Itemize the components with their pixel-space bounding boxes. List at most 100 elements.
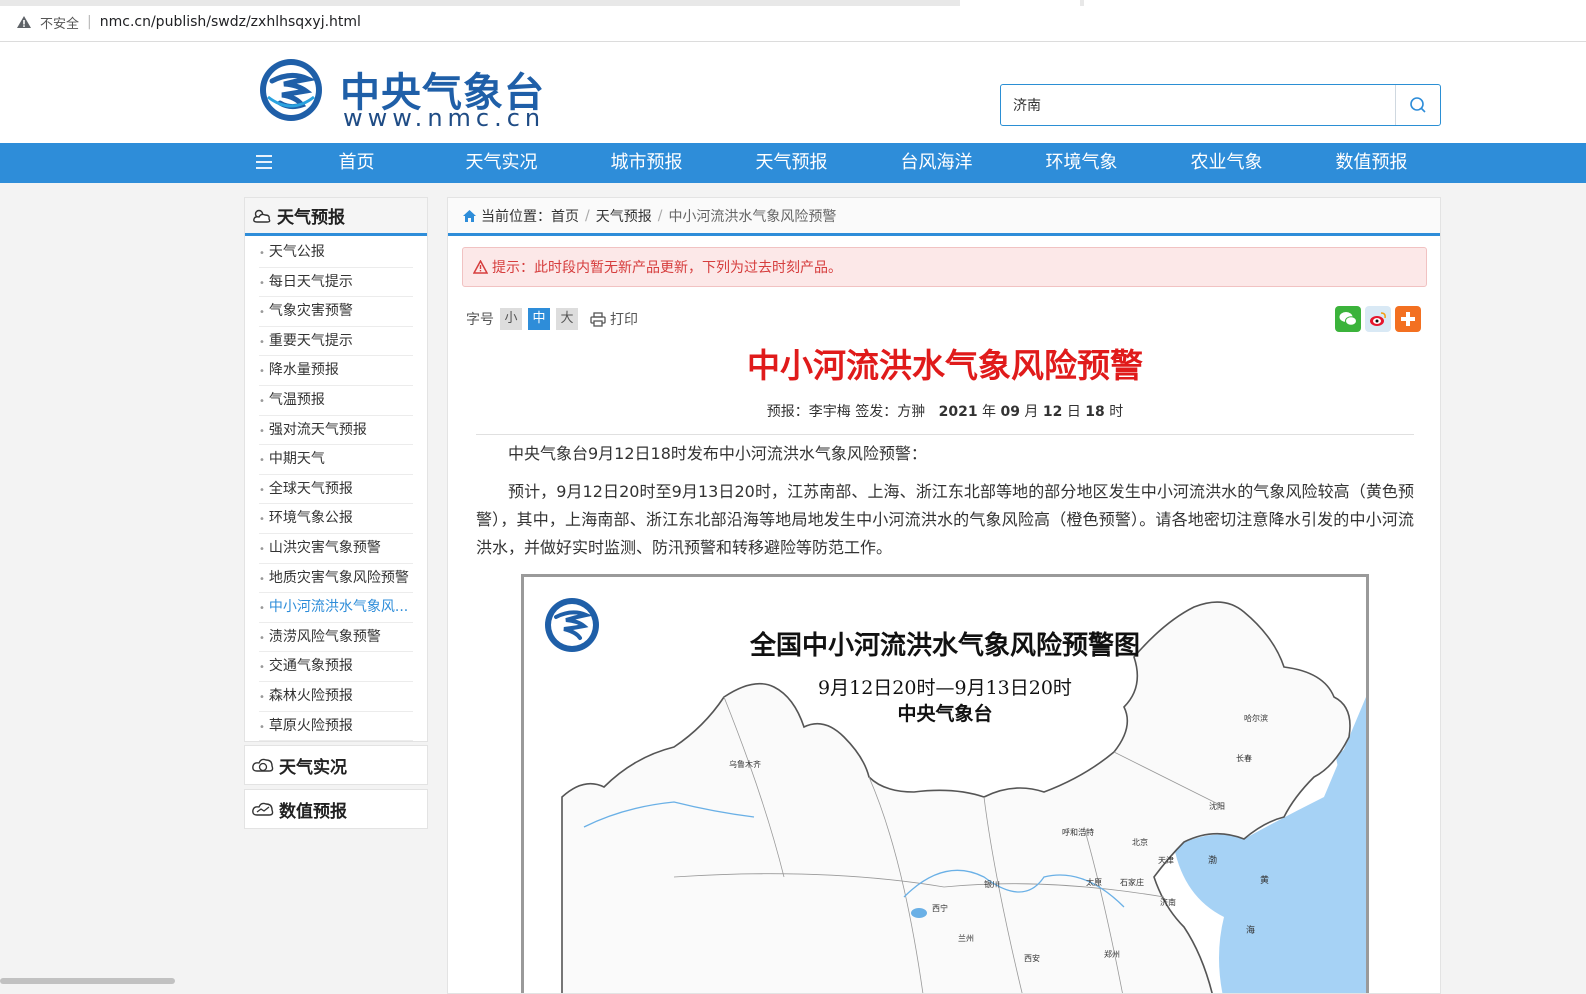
cloud-refresh-icon (252, 758, 274, 772)
add-share-icon[interactable] (1395, 306, 1421, 332)
search-box (1000, 84, 1441, 126)
article-paragraph-2: 预计，9月12日20时至9月13日20时，江苏南部、上海、浙江东北部等地的部分地… (476, 482, 1414, 557)
search-input[interactable] (1001, 85, 1395, 125)
article-meta: 预报：李宇梅 签发：方翀 2021 年 09 月 12 日 18 时 (448, 401, 1440, 421)
sidebar-item[interactable]: • 地质灾害气象风险预警 (259, 564, 413, 594)
warning-map-image[interactable]: 全国中小河流洪水气象风险预警图 9月12日20时—9月13日20时 中央气象台 … (521, 574, 1369, 993)
nav-item-home[interactable]: 首页 (284, 143, 429, 183)
nmc-logo-icon[interactable] (258, 57, 324, 123)
nav-item-weather-forecast[interactable]: 天气预报 (719, 143, 864, 183)
sidebar-item-label: 中期天气 (268, 451, 325, 468)
map-sea-label: 海 (1246, 926, 1256, 936)
map-subtitle: 9月12日20时—9月13日20时 (818, 677, 1072, 699)
sidebar-item[interactable]: • 强对流天气预报 (259, 416, 413, 446)
alert-text: 提示：此时段内暂无新产品更新，下列为过去时刻产品。 (492, 260, 842, 276)
sidebar-item[interactable]: • 每日天气提示 (259, 268, 413, 298)
sidebar-item[interactable]: • 山洪灾害气象预警 (259, 534, 413, 564)
breadcrumb-forecast[interactable]: 天气预报 (596, 206, 652, 226)
bullet-icon: • (259, 662, 265, 674)
bullet-icon: • (259, 603, 265, 615)
sidebar-observation[interactable]: 天气实况 (244, 745, 428, 785)
sidebar-item-label: 强对流天气预报 (268, 421, 367, 438)
tab-strip (0, 0, 1586, 6)
map-city-label: 兰州 (958, 934, 974, 943)
sidebar-item[interactable]: • 渍涝风险气象预警 (259, 623, 413, 653)
map-city-label: 郑州 (1104, 950, 1120, 959)
map-city-label: 乌鲁木齐 (729, 760, 761, 769)
main-content: 当前位置： 首页 / 天气预报 / 中小河流洪水气象风险预警 提示：此时段内暂无… (447, 197, 1441, 994)
sidebar-item-label: 气温预报 (268, 391, 325, 408)
map-city-label: 北京 (1132, 838, 1148, 847)
sidebar-item[interactable]: • 气象灾害预警 (259, 297, 413, 327)
font-size-medium-button[interactable]: 中 (528, 308, 550, 330)
breadcrumb-current: 中小河流洪水气象风险预警 (668, 208, 837, 225)
map-title: 全国中小河流洪水气象风险预警图 (749, 631, 1140, 661)
bullet-icon: • (259, 691, 265, 703)
hamburger-menu-icon[interactable] (256, 155, 272, 171)
nav-item-city-forecast[interactable]: 城市预报 (574, 143, 719, 183)
breadcrumb-prefix: 当前位置： (481, 208, 551, 225)
sidebar-item[interactable]: • 降水量预报 (259, 356, 413, 386)
warning-triangle-icon[interactable] (16, 14, 32, 30)
wechat-share-icon[interactable] (1335, 306, 1361, 332)
bullet-icon: • (259, 277, 265, 289)
breadcrumb-home[interactable]: 首页 (551, 206, 579, 226)
nav-item-typhoon-ocean[interactable]: 台风海洋 (864, 143, 1009, 183)
sidebar-item-label: 天气公报 (268, 244, 325, 260)
sidebar-numerical-title: 数值预报 (279, 801, 347, 822)
weibo-share-icon[interactable] (1365, 306, 1391, 332)
map-city-label: 哈尔滨 (1244, 714, 1268, 723)
sidebar-item[interactable]: • 中小河流洪水气象风... (259, 593, 413, 623)
breadcrumb: 当前位置： 首页 / 天气预报 / 中小河流洪水气象风险预警 (448, 198, 1440, 236)
nav-item-environment[interactable]: 环境气象 (1009, 143, 1154, 183)
nav-item-agriculture[interactable]: 农业气象 (1154, 143, 1299, 183)
bullet-icon: • (259, 514, 265, 526)
sidebar-item[interactable]: • 天气公报 (259, 238, 413, 268)
sidebar-item-label: 全球天气预报 (268, 480, 353, 497)
bullet-icon: • (259, 366, 265, 378)
nav-item-weather-observation[interactable]: 天气实况 (429, 143, 574, 183)
printer-icon (590, 311, 606, 327)
sidebar-item[interactable]: • 交通气象预报 (259, 652, 413, 682)
sidebar-list: • 天气公报 • 每日天气提示 • 气象灾害预警 • 重要天气提示 • 降水量预报 • 气温预报 • 强对… (245, 236, 427, 742)
main-nav: 首页 天气实况 城市预报 天气预报 台风海洋 环境气象 农业气象 数值预报 (0, 143, 1586, 183)
sidebar-item-label: 草原火险预报 (268, 717, 353, 734)
sidebar-header[interactable]: 天气预报 (245, 198, 427, 236)
search-button[interactable] (1395, 85, 1440, 125)
sidebar-item[interactable]: • 重要天气提示 (259, 327, 413, 357)
share-buttons (1331, 306, 1421, 332)
sidebar-item[interactable]: • 草原火险预报 (259, 712, 413, 742)
browser-address-bar: 不安全 | nmc.cn/publish/swdz/zxhlhsqxyj.htm… (0, 0, 1586, 42)
font-size-small-button[interactable]: 小 (500, 308, 522, 330)
print-label: 打印 (610, 312, 638, 328)
sidebar-item-label: 森林火险预报 (268, 687, 353, 704)
sidebar-item-label: 山洪灾害气象预警 (268, 539, 381, 556)
map-city-label: 太原 (1086, 878, 1102, 887)
sidebar-item[interactable]: • 中期天气 (259, 445, 413, 475)
sidebar-item[interactable]: • 森林火险预报 (259, 682, 413, 712)
sidebar-observation-title: 天气实况 (279, 757, 347, 778)
sidebar-item[interactable]: • 全球天气预报 (259, 475, 413, 505)
sidebar-item[interactable]: • 气温预报 (259, 386, 413, 416)
bullet-icon: • (259, 336, 265, 348)
url-field[interactable]: nmc.cn/publish/swdz/zxhlhsqxyj.html (100, 14, 361, 30)
cloud-chart-icon (252, 802, 274, 816)
sidebar-item[interactable]: • 环境气象公报 (259, 504, 413, 534)
bullet-icon: • (259, 425, 265, 437)
sidebar-numerical[interactable]: 数值预报 (244, 789, 428, 829)
security-label[interactable]: 不安全 (40, 13, 79, 32)
print-button[interactable]: 打印 (590, 309, 638, 329)
sidebar-item-label: 环境气象公报 (268, 510, 353, 527)
bullet-icon: • (259, 573, 265, 585)
bullet-icon: • (259, 455, 265, 467)
bullet-icon: • (259, 248, 265, 259)
divider (476, 434, 1414, 435)
article-tools: 字号 小 中 大 打印 (466, 308, 638, 330)
map-sea-label: 渤 (1208, 856, 1218, 866)
map-city-label: 西宁 (932, 904, 948, 913)
sidebar-item-label: 渍涝风险气象预警 (268, 628, 381, 645)
nav-item-numerical[interactable]: 数值预报 (1299, 143, 1444, 183)
horizontal-scrollbar[interactable] (0, 978, 175, 984)
font-size-large-button[interactable]: 大 (556, 308, 578, 330)
search-icon (1410, 97, 1426, 113)
